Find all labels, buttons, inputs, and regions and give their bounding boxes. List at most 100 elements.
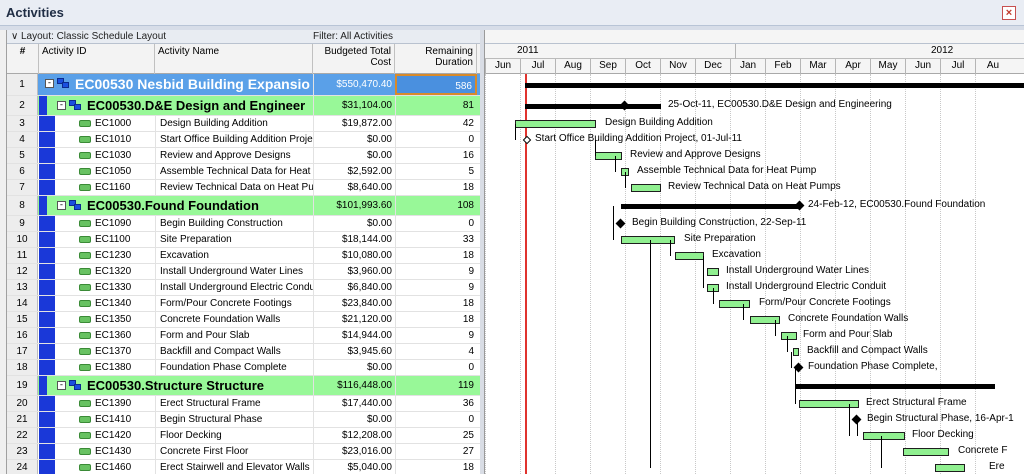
activity-bar[interactable] (595, 152, 622, 160)
table-row[interactable]: 13 EC1330 Install Underground Electric Con… (7, 280, 480, 296)
row-number[interactable]: 5 (7, 148, 38, 163)
table-row[interactable]: 10 EC1100 Site Preparation $18,144.00 33 (7, 232, 480, 248)
budgeted-cost[interactable]: $21,120.00 (313, 312, 395, 327)
budgeted-cost[interactable]: $17,440.00 (313, 396, 395, 411)
activity-id[interactable]: EC1000 (67, 116, 153, 131)
summary-bar[interactable] (525, 104, 661, 109)
table-row[interactable]: 18 EC1380 Foundation Phase Complete $0.00 0 (7, 360, 480, 376)
activity-name[interactable]: Form/Pour Concrete Footings (155, 296, 313, 311)
row-number[interactable]: 17 (7, 344, 38, 359)
remaining-duration[interactable]: 4 (395, 344, 477, 359)
budgeted-cost[interactable]: $550,470.40 (313, 74, 395, 95)
remaining-duration[interactable]: 18 (395, 248, 477, 263)
remaining-duration[interactable]: 586 (395, 74, 477, 95)
budgeted-cost[interactable]: $14,944.00 (313, 328, 395, 343)
activity-id[interactable]: EC1390 (67, 396, 153, 411)
close-icon[interactable]: × (1002, 6, 1016, 20)
wbs-name[interactable]: EC00530.Found Foundation (87, 196, 313, 215)
row-number[interactable]: 3 (7, 116, 38, 131)
row-number[interactable]: 10 (7, 232, 38, 247)
activity-name[interactable]: Install Underground Electric Conduit (155, 280, 313, 295)
remaining-duration[interactable]: 18 (395, 460, 477, 474)
activity-id[interactable]: EC1010 (67, 132, 153, 147)
budgeted-cost[interactable]: $3,945.60 (313, 344, 395, 359)
activity-id[interactable]: EC1380 (67, 360, 153, 375)
remaining-duration[interactable]: 0 (395, 216, 477, 231)
activity-id[interactable]: EC1090 (67, 216, 153, 231)
activity-bar[interactable] (903, 448, 949, 456)
remaining-duration[interactable]: 25 (395, 428, 477, 443)
activity-bar[interactable] (621, 236, 675, 244)
filter-label[interactable]: Filter: All Activities (313, 31, 393, 42)
table-row[interactable]: 23 EC1430 Concrete First Floor $23,016.00 27 (7, 444, 480, 460)
remaining-duration[interactable]: 0 (395, 412, 477, 427)
budgeted-cost[interactable]: $6,840.00 (313, 280, 395, 295)
activity-bar[interactable] (799, 400, 859, 408)
gantt-chart[interactable]: 2011 2012 Jun Jul Aug Sep Oct Nov Dec Jan Feb Mar… (484, 30, 1024, 474)
layout-label[interactable]: Layout: Classic Schedule Layout (21, 31, 166, 42)
summary-bar[interactable] (621, 204, 801, 209)
budgeted-cost[interactable]: $0.00 (313, 132, 395, 147)
activity-name[interactable]: Backfill and Compact Walls (155, 344, 313, 359)
row-number[interactable]: 21 (7, 412, 38, 427)
budgeted-cost[interactable]: $0.00 (313, 216, 395, 231)
remaining-duration[interactable]: 18 (395, 180, 477, 195)
table-row[interactable]: 7 EC1160 Review Technical Data on Heat Pum… (7, 180, 480, 196)
col-header-num[interactable]: # (7, 44, 39, 74)
table-row[interactable]: 16 EC1360 Form and Pour Slab $14,944.00 9 (7, 328, 480, 344)
activity-id[interactable]: EC1050 (67, 164, 153, 179)
budgeted-cost[interactable]: $23,840.00 (313, 296, 395, 311)
wbs-row[interactable]: 19 - EC00530.Structure Structure $116,448.0… (7, 376, 480, 396)
wbs-name[interactable]: EC00530.D&E Design and Engineer (87, 96, 313, 115)
table-row[interactable]: 11 EC1230 Excavation $10,080.00 18 (7, 248, 480, 264)
row-number[interactable]: 12 (7, 264, 38, 279)
activity-id[interactable]: EC1340 (67, 296, 153, 311)
row-number[interactable]: 18 (7, 360, 38, 375)
activity-bar[interactable] (781, 332, 797, 340)
row-number[interactable]: 4 (7, 132, 38, 147)
row-number[interactable]: 15 (7, 312, 38, 327)
activity-bar[interactable] (707, 268, 719, 276)
activity-id[interactable]: EC1320 (67, 264, 153, 279)
remaining-duration[interactable]: 18 (395, 312, 477, 327)
activity-name[interactable]: Start Office Building Addition Project (155, 132, 313, 147)
row-number[interactable]: 8 (7, 196, 38, 215)
activity-name[interactable]: Site Preparation (155, 232, 313, 247)
activity-id[interactable]: EC1370 (67, 344, 153, 359)
activity-id[interactable]: EC1360 (67, 328, 153, 343)
remaining-duration[interactable]: 0 (395, 360, 477, 375)
activity-id[interactable]: EC1410 (67, 412, 153, 427)
wbs-name[interactable]: EC00530 Nesbid Building Expansio (75, 74, 313, 95)
table-row[interactable]: 6 EC1050 Assemble Technical Data for Heat … (7, 164, 480, 180)
wbs-row[interactable]: 1- EC00530 Nesbid Building Expansio $550,4… (7, 74, 480, 96)
table-row[interactable]: 3 EC1000 Design Building Addition $19,872.0… (7, 116, 480, 132)
table-row[interactable]: 20 EC1390 Erect Structural Frame $17,440.00… (7, 396, 480, 412)
remaining-duration[interactable]: 36 (395, 396, 477, 411)
activity-bar[interactable] (863, 432, 905, 440)
budgeted-cost[interactable]: $8,640.00 (313, 180, 395, 195)
row-number[interactable]: 16 (7, 328, 38, 343)
remaining-duration[interactable]: 18 (395, 296, 477, 311)
activity-name[interactable]: Review Technical Data on Heat Pum (155, 180, 313, 195)
activity-bar[interactable] (631, 184, 661, 192)
remaining-duration[interactable]: 5 (395, 164, 477, 179)
budgeted-cost[interactable]: $12,208.00 (313, 428, 395, 443)
activity-name[interactable]: Concrete First Floor (155, 444, 313, 459)
row-number[interactable]: 9 (7, 216, 38, 231)
activity-id[interactable]: EC1460 (67, 460, 153, 474)
remaining-duration[interactable]: 9 (395, 328, 477, 343)
activity-name[interactable]: Design Building Addition (155, 116, 313, 131)
activity-id[interactable]: EC1430 (67, 444, 153, 459)
activity-name[interactable]: Erect Stairwell and Elevator Walls (155, 460, 313, 474)
wbs-row[interactable]: 8 - EC00530.Found Foundation $101,993.60 108 (7, 196, 480, 216)
summary-bar[interactable] (525, 83, 1024, 88)
activity-name[interactable]: Review and Approve Designs (155, 148, 313, 163)
row-number[interactable]: 24 (7, 460, 38, 474)
budgeted-cost[interactable]: $31,104.00 (313, 96, 395, 115)
row-number[interactable]: 6 (7, 164, 38, 179)
col-header-duration[interactable]: Remaining Duration (395, 44, 477, 74)
collapse-icon[interactable]: - (57, 381, 66, 390)
collapse-icon[interactable]: - (45, 79, 54, 88)
table-row[interactable]: 22 EC1420 Floor Decking $12,208.00 25 (7, 428, 480, 444)
milestone-marker[interactable] (615, 218, 626, 229)
